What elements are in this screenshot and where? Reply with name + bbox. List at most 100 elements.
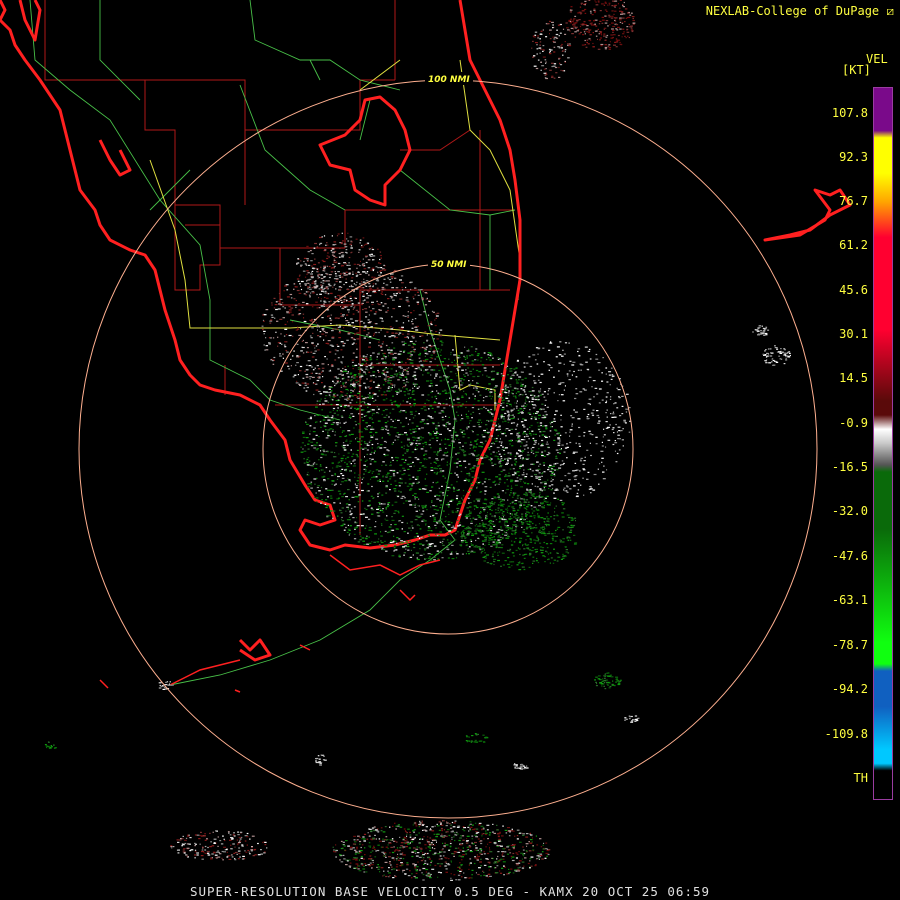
echo-pixel (500, 455, 503, 457)
echo-pixel (456, 411, 458, 413)
echo-pixel (481, 364, 485, 366)
echo-pixel (547, 479, 549, 481)
echo-pixel (336, 414, 340, 416)
echo-pixel (368, 500, 371, 502)
echo-pixel (385, 358, 387, 360)
echo-pixel (365, 538, 368, 540)
echo-pixel (382, 410, 385, 412)
echo-pixel (284, 285, 287, 287)
echo-pixel (374, 331, 378, 334)
echo-pixel (433, 350, 436, 352)
echo-pixel (335, 278, 339, 280)
echo-pixel (406, 381, 408, 383)
echo-pixel (574, 397, 577, 400)
echo-pixel (357, 483, 359, 485)
echo-pixel (407, 291, 410, 293)
echo-pixel (523, 481, 524, 483)
echo-pixel (385, 464, 388, 466)
echo-pixel (621, 413, 624, 415)
echo-pixel (369, 387, 373, 389)
echo-pixel (436, 312, 440, 314)
echo-pixel (376, 356, 378, 358)
echo-pixel (407, 445, 410, 447)
echo-pixel (342, 374, 344, 376)
echo-pixel (350, 399, 354, 401)
echo-pixel (324, 454, 327, 456)
echo-pixel (568, 479, 571, 481)
echo-pixel (309, 430, 311, 432)
echo-pixel (447, 524, 450, 526)
echo-pixel (268, 342, 271, 344)
echo-pixel (498, 534, 501, 536)
echo-pixel (467, 491, 469, 493)
echo-pixel (414, 385, 416, 387)
echo-pixel (365, 272, 368, 274)
echo-pixel (319, 470, 320, 472)
echo-pixel (358, 390, 361, 393)
echo-pixel (368, 254, 371, 256)
echo-pixel (488, 543, 490, 545)
echo-pixel (353, 381, 355, 383)
echo-pixel (307, 251, 310, 253)
echo-pixel (308, 278, 312, 280)
echo-pixel (456, 510, 459, 512)
echo-pixel (440, 349, 442, 351)
echo-pixel (398, 520, 401, 522)
echo-pixel (439, 522, 441, 524)
echo-pixel (334, 256, 338, 259)
echo-pixel (504, 560, 507, 562)
echo-pixel (366, 449, 369, 451)
echo-pixel (369, 359, 371, 361)
echo-pixel (510, 489, 512, 491)
echo-pixel (380, 509, 384, 511)
echo-pixel (483, 367, 487, 369)
echo-pixel (357, 373, 361, 375)
echo-pixel (262, 329, 264, 331)
echo-pixel (280, 333, 282, 335)
echo-pixel (399, 389, 402, 392)
echo-pixel (490, 445, 493, 447)
echo-pixel (303, 450, 307, 452)
echo-pixel (340, 457, 344, 459)
echo-pixel (350, 463, 352, 465)
echo-pixel (273, 356, 276, 359)
echo-pixel (491, 523, 494, 525)
echo-pixel (339, 380, 342, 383)
echo-pixel (307, 351, 310, 353)
echo-pixel (404, 482, 407, 484)
echo-pixel (471, 417, 473, 419)
echo-pixel (456, 498, 458, 501)
echo-pixel (568, 342, 570, 344)
echo-pixel (491, 515, 493, 517)
echo-pixel (410, 432, 413, 435)
echo-pixel (543, 391, 546, 393)
echo-pixel (317, 485, 320, 487)
echo-pixel (607, 439, 611, 441)
echo-pixel (465, 369, 467, 371)
echo-pixel (564, 432, 567, 434)
echo-pixel (370, 326, 373, 328)
echo-pixel (391, 443, 394, 445)
echo-pixel (341, 265, 345, 267)
echo-pixel (543, 485, 547, 488)
echo-pixel (524, 393, 527, 395)
echo-pixel (404, 336, 407, 338)
echo-pixel (513, 471, 516, 473)
echo-pixel (344, 523, 346, 525)
echo-pixel (511, 496, 514, 498)
echo-pixel (556, 528, 559, 530)
echo-pixel (560, 434, 562, 436)
echo-pixel (402, 322, 405, 324)
echo-pixel (427, 400, 430, 402)
echo-pixel (469, 447, 471, 449)
echo-pixel (445, 398, 448, 401)
echo-pixel (327, 340, 331, 342)
echo-pixel (555, 356, 558, 358)
echo-pixel (349, 510, 352, 512)
echo-pixel (287, 321, 289, 323)
echo-pixel (618, 438, 621, 440)
echo-pixel (334, 510, 336, 512)
echo-pixel (411, 346, 414, 348)
echo-pixel (525, 444, 528, 446)
echo-pixel (342, 409, 345, 412)
